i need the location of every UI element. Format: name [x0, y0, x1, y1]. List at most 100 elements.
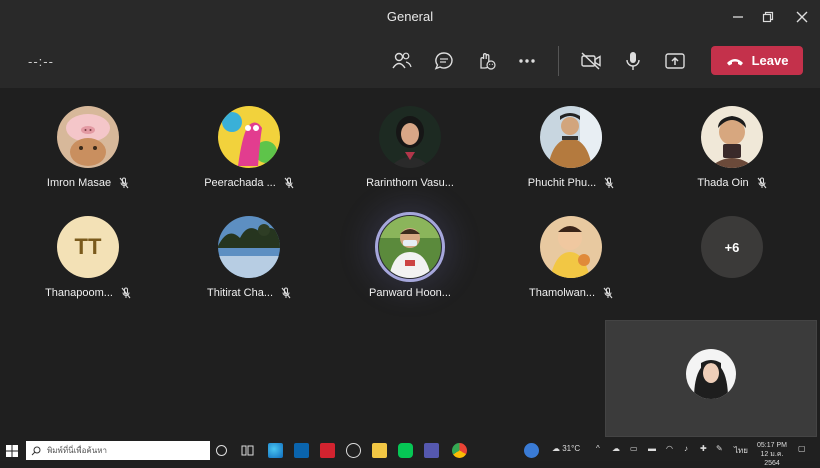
restore-icon	[762, 11, 774, 23]
participant-tile[interactable]: Rarinthorn Vasu...	[340, 88, 480, 189]
microphone-icon	[626, 52, 640, 70]
title-bar: General	[0, 0, 820, 34]
avatar: TT	[57, 216, 119, 278]
participant-name: Rarinthorn Vasu...	[366, 177, 454, 189]
notification-icon[interactable]: ▢	[798, 444, 806, 453]
avatar-photo-icon	[379, 106, 441, 168]
mic-muted-icon	[603, 287, 613, 299]
chevron-up-icon[interactable]: ^	[596, 444, 600, 453]
participant-name: Thamolwan...	[528, 287, 596, 299]
app-tray-icon[interactable]: ✚	[700, 444, 707, 453]
search-icon	[31, 446, 41, 455]
share-screen-button[interactable]	[661, 48, 689, 74]
weather-icon: ☁	[552, 444, 560, 453]
participant-tile[interactable]: Thamolwan...	[501, 198, 641, 299]
mic-muted-icon	[121, 287, 131, 299]
maximize-button[interactable]	[756, 6, 780, 28]
more-actions-button[interactable]	[513, 48, 541, 74]
minimize-button[interactable]	[726, 6, 750, 28]
file-explorer-icon[interactable]	[372, 443, 387, 458]
onedrive-icon[interactable]: ☁	[612, 444, 620, 453]
people-icon	[392, 52, 412, 69]
participant-tile[interactable]: Thitirat Cha...	[179, 198, 319, 299]
windows-taskbar: พิมพ์ที่นี่เพื่อค้นหา ☁ 31°C ^ ☁ ▭ ▬ ◠ ♪…	[0, 440, 820, 467]
close-icon	[796, 11, 808, 23]
participant-name: Phuchit Phu...	[527, 177, 597, 189]
pen-icon[interactable]: ✎	[716, 444, 723, 453]
chat-button[interactable]	[430, 48, 458, 74]
avatar-photo-icon	[218, 106, 280, 168]
avatar-speaking	[375, 212, 445, 282]
chat-icon	[434, 52, 453, 70]
more-participants-button[interactable]: +6	[701, 216, 763, 278]
mic-muted-icon	[757, 177, 767, 189]
avatar	[540, 216, 602, 278]
weather-widget[interactable]: ☁ 31°C	[552, 444, 580, 453]
avatar-photo-icon	[540, 106, 602, 168]
meeting-timer: --:--	[28, 54, 54, 69]
more-icon	[519, 59, 535, 63]
leave-button[interactable]: Leave	[711, 46, 803, 75]
participant-name: Thada Oin	[697, 177, 749, 189]
taskbar-clock[interactable]: 05:17 PM 12 ม.ค. 2564	[752, 441, 792, 468]
participant-name: Peerachada ...	[204, 177, 276, 189]
volume-icon[interactable]: ♪	[684, 444, 688, 453]
raise-hand-icon	[480, 53, 496, 70]
camera-off-icon	[581, 52, 601, 70]
participant-tile[interactable]: Thada Oin	[662, 88, 802, 189]
meeting-controls: --:-- Leave	[0, 34, 820, 88]
close-button[interactable]	[790, 6, 814, 28]
participant-tile[interactable]: Phuchit Phu...	[501, 88, 641, 189]
overflow-count: +6	[724, 239, 740, 255]
mail-icon[interactable]	[294, 443, 309, 458]
avatar	[57, 106, 119, 168]
avatar-initials: TT	[57, 216, 119, 278]
leave-label: Leave	[751, 53, 789, 68]
task-view-icon[interactable]	[240, 443, 255, 458]
avatar-photo-icon	[57, 106, 119, 168]
weather-temp: 31°C	[562, 444, 581, 453]
self-view[interactable]	[605, 320, 817, 437]
mic-muted-icon	[604, 177, 614, 189]
avatar	[701, 106, 763, 168]
taskbar-search[interactable]: พิมพ์ที่นี่เพื่อค้นหา	[26, 441, 210, 460]
self-avatar	[686, 349, 736, 399]
wifi-icon[interactable]: ◠	[666, 444, 673, 453]
participant-tile[interactable]: TT Thanapoom...	[18, 198, 158, 299]
participant-name: Panward Hoon...	[369, 287, 451, 299]
cortana-icon[interactable]	[216, 445, 227, 456]
app-icon[interactable]	[524, 443, 539, 458]
participant-name: Thanapoom...	[45, 287, 113, 299]
avatar	[379, 106, 441, 168]
search-placeholder: พิมพ์ที่นี่เพื่อค้นหา	[47, 446, 107, 455]
avatar-photo-icon	[540, 216, 602, 278]
window-title: General	[386, 9, 434, 24]
tray-icon[interactable]: ▭	[630, 444, 638, 453]
share-tray-icon	[665, 53, 685, 69]
teams-meeting-window: General --:-- Leave Imron Masae Peeracha…	[0, 0, 820, 440]
language-indicator[interactable]: ไทย	[734, 444, 748, 457]
windows-logo-icon	[6, 445, 18, 457]
participants-button[interactable]	[388, 48, 416, 74]
avatar-photo-icon	[701, 106, 763, 168]
mic-muted-icon	[284, 177, 294, 189]
teams-icon[interactable]	[424, 443, 439, 458]
microphone-toggle[interactable]	[619, 48, 647, 74]
battery-icon[interactable]: ▬	[648, 444, 656, 453]
participant-name: Imron Masae	[46, 177, 112, 189]
controls-divider	[558, 46, 559, 76]
participant-tile[interactable]: Imron Masae	[18, 88, 158, 189]
line-icon[interactable]	[398, 443, 413, 458]
reactions-button[interactable]	[472, 48, 500, 74]
edge-icon[interactable]	[268, 443, 283, 458]
app-icon[interactable]	[346, 443, 361, 458]
avatar	[540, 106, 602, 168]
camera-toggle[interactable]	[577, 48, 605, 74]
avatar-photo-icon	[686, 349, 736, 399]
participant-tile[interactable]: Peerachada ...	[179, 88, 319, 189]
avatar-photo-icon	[379, 216, 441, 278]
chrome-icon[interactable]	[452, 443, 467, 458]
start-button[interactable]	[6, 444, 18, 462]
participant-tile-active[interactable]: Panward Hoon...	[340, 198, 480, 299]
app-icon[interactable]	[320, 443, 335, 458]
